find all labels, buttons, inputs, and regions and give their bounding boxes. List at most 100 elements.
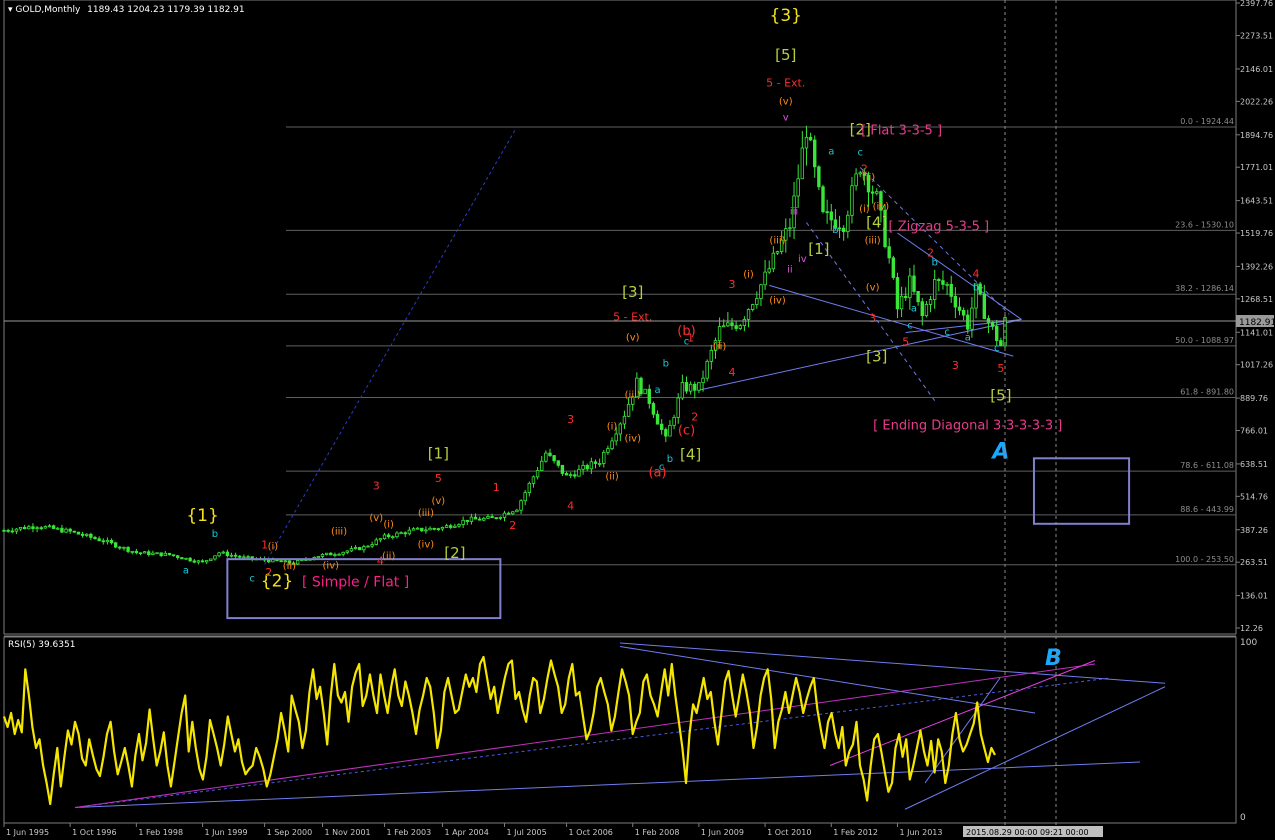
price-tick-label: 1519.76 — [1240, 229, 1273, 238]
candle-body — [540, 460, 544, 471]
candle-body — [577, 468, 581, 477]
wave-label: [ Ending Diagonal 3-3-3-3-3 ] — [873, 418, 1062, 433]
candle-body — [924, 304, 929, 317]
candle-body — [953, 295, 958, 308]
candle-body — [755, 298, 759, 306]
candle-body — [647, 388, 651, 404]
wave-label: a — [911, 304, 917, 315]
candle-body — [56, 527, 60, 530]
candle-body — [176, 555, 180, 558]
wave-label: ii — [787, 264, 793, 275]
symbol-triangle-icon: ▾ — [8, 5, 15, 15]
candle-body — [759, 284, 763, 299]
cursor-time-label: 2015.08.29 00:00 09:21 00:00 — [966, 828, 1089, 837]
candle-body — [693, 383, 697, 391]
candle-body — [51, 525, 56, 529]
wave-label: (ii) — [283, 561, 296, 572]
time-tick-label: 1 Oct 1996 — [72, 828, 116, 837]
candle-body — [349, 548, 354, 552]
candle-body — [626, 403, 631, 417]
candle-body — [730, 322, 734, 327]
candle-body — [544, 452, 548, 462]
candle-body — [18, 526, 23, 530]
candle-body — [734, 325, 738, 329]
candle-body — [200, 560, 205, 563]
candle-body — [581, 464, 585, 470]
candle-body — [374, 539, 378, 545]
candle-body — [825, 211, 829, 214]
wave-label: 3 — [869, 312, 876, 325]
wave-label: (i) — [859, 204, 870, 215]
candle-body — [105, 540, 110, 543]
symbol-name: GOLD,Monthly — [15, 5, 81, 15]
candle-body — [982, 293, 987, 319]
wave-label: [ Zigzag 5-3-5 ] — [889, 219, 990, 234]
candle-body — [180, 557, 184, 560]
candle-body — [192, 560, 196, 563]
candle-body — [432, 527, 436, 530]
candle-body — [854, 173, 858, 187]
candle-body — [589, 461, 594, 470]
fib-level-label: 78.6 - 611.08 — [1180, 461, 1234, 470]
wave-label: (ii) — [713, 342, 726, 353]
candle-body — [684, 382, 689, 392]
candle-body — [527, 482, 532, 494]
candle-body — [949, 283, 953, 297]
candle-body — [870, 191, 875, 194]
wave-label: 1 — [493, 481, 500, 494]
price-tick-label: 12.26 — [1240, 624, 1263, 633]
candle-body — [358, 547, 362, 551]
candle-body — [320, 554, 325, 557]
candle-body — [159, 552, 163, 557]
wave-label: 1 — [687, 332, 694, 345]
time-tick-label: 1 Oct 2006 — [569, 828, 613, 837]
wave-label: (ii) — [605, 471, 618, 482]
wave-label: b — [663, 359, 669, 370]
wave-label: 2 — [509, 519, 516, 532]
candle-body — [122, 546, 126, 549]
time-tick-label: 1 Feb 2003 — [387, 828, 432, 837]
wave-label: {3} — [770, 6, 802, 26]
candle-body — [593, 461, 598, 464]
wave-label: 2 — [265, 566, 272, 579]
wave-label: a — [828, 146, 834, 157]
wave-label: (ii) — [862, 173, 875, 184]
wave-label: 5 - Ext. — [766, 76, 805, 89]
wave-label: (iv) — [624, 433, 641, 444]
candle-body — [118, 546, 122, 549]
candle-body — [846, 214, 850, 233]
candle-body — [995, 326, 999, 341]
rsi-axis-tick-0: 0 — [1240, 813, 1246, 823]
price-tick-label: 1894.76 — [1240, 131, 1273, 140]
candle-body — [457, 524, 461, 527]
last-price-value: 1182.91 — [1239, 318, 1275, 328]
candle-body — [333, 554, 337, 556]
candle-body — [411, 528, 416, 531]
candle-body — [217, 552, 221, 557]
candle-body — [113, 542, 118, 548]
wave-label: [2] — [444, 544, 465, 562]
candle-body — [523, 492, 527, 502]
price-tick-label: 889.76 — [1240, 394, 1268, 403]
wave-label: (iv) — [873, 201, 890, 212]
wave-label: 5 — [902, 336, 909, 349]
time-tick-label: 1 Jun 2013 — [899, 828, 942, 837]
fib-level-label: 23.6 - 1530.10 — [1175, 220, 1234, 229]
wave-label: (i) — [383, 520, 394, 531]
candle-body — [614, 433, 618, 442]
candle-body — [573, 474, 577, 477]
wave-label: (i) — [743, 270, 754, 281]
candle-body — [941, 280, 945, 285]
candle-body — [229, 554, 234, 557]
candle-body — [362, 546, 366, 551]
candle-body — [651, 403, 656, 415]
wave-label: 4 — [567, 499, 574, 512]
wave-label: (iv) — [418, 539, 435, 550]
fib-level-label: 61.8 - 891.80 — [1180, 388, 1234, 397]
fib-level-label: 88.6 - 443.99 — [1180, 505, 1234, 514]
candle-body — [742, 318, 747, 327]
candle-body — [366, 545, 370, 548]
candle-body — [850, 185, 854, 216]
candle-body — [602, 451, 606, 464]
candle-body — [821, 186, 825, 213]
